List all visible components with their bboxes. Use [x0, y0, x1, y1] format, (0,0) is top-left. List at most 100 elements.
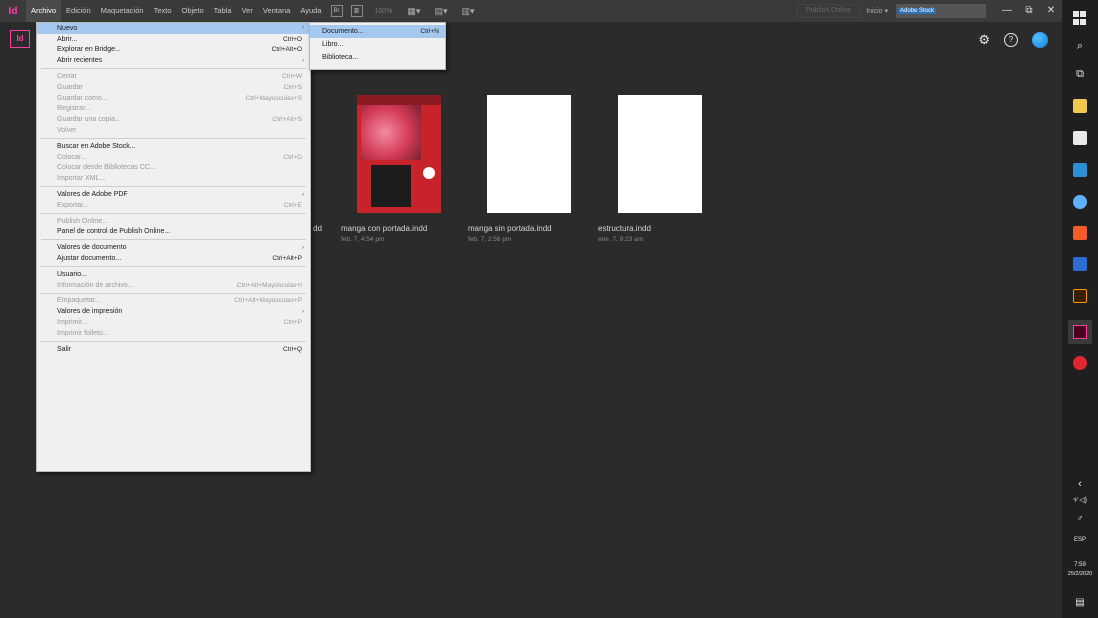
recent-file-thumbnail[interactable]	[487, 95, 571, 213]
new-submenu-item[interactable]: Libro...	[310, 38, 445, 51]
menu-texto[interactable]: Texto	[149, 0, 177, 22]
file-menu-item[interactable]: Panel de control de Publish Online...	[37, 227, 310, 238]
file-menu-item[interactable]: Cerrar Ctrl+W	[37, 71, 310, 82]
file-menu-item[interactable]: Guardar Ctrl+S	[37, 82, 310, 93]
recent-file-name[interactable]: manga con portada.indd	[341, 224, 427, 233]
gear-icon[interactable]: ⚙	[978, 32, 990, 48]
file-explorer-icon[interactable]	[1073, 99, 1087, 113]
mail-icon[interactable]	[1073, 163, 1087, 177]
bridge-icon[interactable]: Br	[330, 5, 343, 17]
menu-archivo[interactable]: Archivo	[26, 0, 62, 22]
menu-item-label: Volver	[57, 127, 77, 135]
creative-cloud-icon[interactable]	[1032, 32, 1048, 48]
menu-edicion[interactable]: Edición	[61, 0, 96, 22]
submenu-item-shortcut: Ctrl+N	[420, 28, 439, 35]
partial-file-name[interactable]: dd	[313, 224, 322, 233]
screen-mode-icon[interactable]: ▤▾	[427, 6, 454, 17]
menu-item-label: Registrar...	[57, 105, 91, 113]
menu-ventana[interactable]: Ventana	[258, 0, 296, 22]
file-menu-item[interactable]: Registrar...	[37, 104, 310, 115]
word-icon[interactable]	[1073, 257, 1087, 271]
indesign-taskbar-icon[interactable]	[1068, 320, 1092, 344]
restore-button[interactable]: ⧉	[1018, 0, 1040, 22]
file-menu-item[interactable]: Información de archivo... Ctrl+Alt+Mayúsc…	[37, 280, 310, 291]
search-icon[interactable]: ⌕	[1062, 40, 1098, 53]
file-menu-item[interactable]: Imprimir folleto...	[37, 328, 310, 339]
menu-maquetacion[interactable]: Maquetación	[96, 0, 149, 22]
menu-separator	[41, 340, 306, 342]
zoom-level[interactable]: 100%	[367, 8, 401, 15]
file-menu-item[interactable]: Colocar... Ctrl+D	[37, 152, 310, 163]
browser-icon[interactable]	[1073, 195, 1087, 209]
file-menu-item[interactable]: Ajustar documento... Ctrl+Alt+P	[37, 253, 310, 264]
file-menu-item[interactable]: Guardar una copia... Ctrl+Alt+S	[37, 114, 310, 125]
file-menu-item[interactable]: Volver	[37, 125, 310, 136]
menu-item-label: Usuario...	[57, 270, 87, 278]
menu-ayuda[interactable]: Ayuda	[295, 0, 326, 22]
menu-ver[interactable]: Ver	[237, 0, 258, 22]
menu-item-shortcut: Ctrl+Alt+P	[272, 255, 302, 263]
workspace-switcher[interactable]: Inicio ▾	[866, 7, 888, 15]
file-menu-item[interactable]: Buscar en Adobe Stock...	[37, 141, 310, 152]
close-button[interactable]: ✕	[1040, 0, 1062, 22]
menu-item-label: Información de archivo...	[57, 281, 134, 289]
file-menu-item[interactable]: Exportar... Ctrl+E	[37, 200, 310, 211]
cover-band	[357, 95, 441, 105]
file-menu-item[interactable]: Valores de documento ›	[37, 242, 310, 253]
clock-date[interactable]: 25/2/2020	[1062, 571, 1098, 577]
windows-start-icon[interactable]	[1073, 11, 1087, 25]
creative-cloud-taskbar-icon[interactable]	[1073, 356, 1087, 370]
illustrator-icon[interactable]	[1073, 289, 1087, 303]
file-menu-item[interactable]: Abrir... Ctrl+O	[37, 34, 310, 45]
store-icon[interactable]	[1073, 131, 1087, 145]
arrange-documents-icon[interactable]: ▥▾	[454, 6, 481, 17]
help-icon[interactable]: ?	[1004, 33, 1018, 47]
menu-tabla[interactable]: Tabla	[209, 0, 237, 22]
file-menu-item[interactable]: Colocar desde Bibliotecas CC...	[37, 163, 310, 174]
recent-file-name[interactable]: manga sin portada.indd	[468, 224, 552, 233]
menu-item-label: Empaquetar...	[57, 297, 101, 305]
menu-item-label: Imprimir folleto...	[57, 329, 109, 337]
publish-online-button[interactable]: Publish Online	[797, 4, 861, 18]
brave-icon[interactable]	[1073, 226, 1087, 240]
file-menu-item[interactable]: Guardar como... Ctrl+Mayúsculas+S	[37, 93, 310, 104]
file-menu-item[interactable]: Importar XML...	[37, 173, 310, 184]
menu-item-label: Abrir...	[57, 35, 78, 43]
clock-time[interactable]: 7:59	[1062, 562, 1098, 568]
view-options-icon[interactable]: ▦▾	[400, 6, 427, 17]
stock-icon[interactable]: ▥	[350, 5, 363, 17]
submenu-arrow-icon: ›	[302, 244, 304, 251]
chevron-left-icon[interactable]: ‹	[1062, 478, 1098, 490]
menu-separator	[41, 239, 306, 241]
new-submenu-item[interactable]: Biblioteca...	[310, 51, 445, 64]
file-menu-item[interactable]: Salir Ctrl+Q	[37, 344, 310, 355]
menu-item-label: Panel de control de Publish Online...	[57, 228, 171, 236]
file-menu-item[interactable]: Empaquetar... Ctrl+Alt+Mayúsculas+P	[37, 296, 310, 307]
menu-item-shortcut: Ctrl+Mayúsculas+S	[245, 94, 302, 102]
file-menu-item[interactable]: Imprimir... Ctrl+P	[37, 317, 310, 328]
file-menu-item[interactable]: Nuevo ›	[37, 23, 310, 34]
pen-icon[interactable]: ♂	[1062, 513, 1098, 523]
search-tag: Adobe Stock	[898, 8, 937, 14]
file-menu-item[interactable]: Valores de impresión ›	[37, 306, 310, 317]
recent-file-name[interactable]: estructura.indd	[598, 224, 651, 233]
cover-block	[371, 165, 411, 207]
recent-file-thumbnail[interactable]	[618, 95, 702, 213]
recent-file-thumbnail[interactable]	[357, 95, 441, 213]
submenu-item-label: Documento...	[322, 28, 364, 35]
file-menu-item[interactable]: Explorar en Bridge... Ctrl+Alt+O	[37, 45, 310, 56]
tray-icons[interactable]: ⁴⁄ ◁)	[1062, 496, 1098, 504]
file-menu-item[interactable]: Publish Online...	[37, 216, 310, 227]
new-submenu-item[interactable]: Documento... Ctrl+N	[310, 25, 445, 38]
task-view-icon[interactable]: ⧉	[1062, 68, 1098, 81]
language-indicator[interactable]: ESP	[1062, 537, 1098, 543]
indesign-taskbar-inner-icon	[1073, 325, 1087, 339]
adobe-stock-search[interactable]: Adobe Stock	[896, 4, 986, 18]
file-menu-item[interactable]: Valores de Adobe PDF ›	[37, 189, 310, 200]
menu-objeto[interactable]: Objeto	[177, 0, 209, 22]
minimize-button[interactable]: —	[996, 0, 1018, 22]
file-menu-item[interactable]: Abrir recientes ›	[37, 55, 310, 66]
file-menu-item[interactable]: Usuario...	[37, 269, 310, 280]
indesign-logo-icon: Id	[8, 5, 18, 17]
notification-icon[interactable]: ▤	[1062, 597, 1098, 608]
